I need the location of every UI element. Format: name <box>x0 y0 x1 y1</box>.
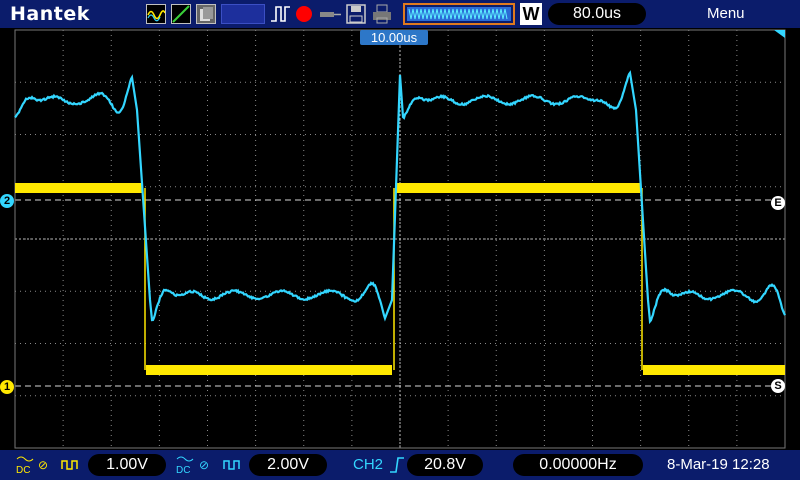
ch2-bandwidth-icon[interactable]: ⊘ <box>198 455 220 480</box>
trigger-edge-marker[interactable]: E <box>771 196 785 210</box>
trigger-level-arrow <box>774 30 785 38</box>
frequency-counter: 0.00000Hz <box>513 454 643 476</box>
datetime: 8-Mar-19 12:28 <box>667 456 770 473</box>
ch1-level-marker[interactable]: 1 <box>0 380 14 394</box>
ch1-trace-high <box>15 183 143 193</box>
trigger-delay-label[interactable]: 10.00us <box>360 30 428 45</box>
record-icon[interactable] <box>294 4 314 24</box>
ramp-icon[interactable] <box>171 4 191 24</box>
trigger-start-marker[interactable]: S <box>771 379 785 393</box>
waveform-display <box>0 28 800 450</box>
persistence-icon[interactable] <box>196 4 216 24</box>
ch1-trace-low <box>146 365 392 375</box>
print-icon[interactable] <box>371 4 393 24</box>
menu-button[interactable]: Menu <box>707 5 745 22</box>
probe-icon[interactable] <box>318 4 342 24</box>
ch2-level-marker[interactable]: 2 <box>0 194 14 208</box>
timebase-mode-badge: W <box>520 3 542 25</box>
ch2-scale-value[interactable]: 2.00V <box>249 454 327 476</box>
ch1-coupling-icon[interactable]: DC <box>15 455 35 480</box>
ch1-invert-icon[interactable] <box>60 455 82 480</box>
svg-text:⊘: ⊘ <box>38 458 48 472</box>
svg-text:⊘: ⊘ <box>199 458 209 472</box>
bottom-status-bar: DC ⊘ 1.00V DC ⊘ 2.00V CH2 20.8V 0.00000H… <box>0 450 800 480</box>
timebase-value[interactable]: 80.0us <box>548 3 646 25</box>
graticule <box>0 28 800 450</box>
brand-logo: Hantek <box>10 3 90 25</box>
ch1-bandwidth-icon[interactable]: ⊘ <box>37 455 59 480</box>
ch2-coupling-icon[interactable]: DC <box>175 455 195 480</box>
channel-display-icon[interactable] <box>221 4 265 24</box>
pulse-icon[interactable] <box>270 4 292 24</box>
trigger-edge-icon[interactable] <box>389 455 405 480</box>
ch1-trace-low <box>643 365 785 375</box>
trigger-level-value[interactable]: 20.8V <box>407 454 483 476</box>
ch2-invert-icon[interactable] <box>222 455 244 480</box>
ch1-scale-value[interactable]: 1.00V <box>88 454 166 476</box>
trigger-source[interactable]: CH2 <box>353 456 383 473</box>
ch1-trace-high <box>395 183 640 193</box>
svg-text:DC: DC <box>16 465 30 475</box>
timebase-overview[interactable] <box>403 3 515 25</box>
svg-text:DC: DC <box>176 465 190 475</box>
save-icon[interactable] <box>345 4 367 24</box>
waveform-icon[interactable] <box>146 4 166 24</box>
top-toolbar: Hantek W 80.0us Menu <box>0 0 800 28</box>
